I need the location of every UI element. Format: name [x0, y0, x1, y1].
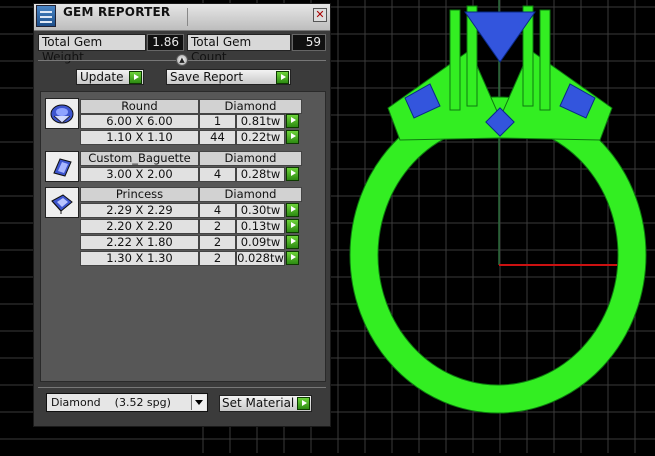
gem-shape-header: Princess	[80, 187, 199, 202]
save-report-button-label: Save Report	[170, 70, 244, 84]
gem-weight-cell: 0.22tw	[236, 130, 285, 145]
select-gems-arrow-icon[interactable]	[286, 203, 299, 217]
material-dropdown-value: Diamond (3.52 spg)	[51, 396, 171, 409]
total-gem-count-label: Total Gem Count	[187, 34, 291, 64]
gem-weight-cell: 0.81tw	[236, 114, 285, 129]
collapse-icon[interactable]: ▲	[176, 54, 188, 66]
gem-weight-cell: 0.028tw	[236, 251, 285, 266]
gem-count-cell: 2	[199, 235, 236, 250]
set-material-button-label: Set Material	[222, 396, 295, 410]
ring-prong	[449, 9, 461, 111]
material-dropdown[interactable]: Diamond (3.52 spg)	[46, 393, 208, 412]
total-gem-weight-value: 1.86	[147, 34, 184, 51]
select-gems-arrow-icon[interactable]	[286, 219, 299, 233]
panel-title: GEM REPORTER	[63, 5, 171, 19]
gem-weight-cell: 0.30tw	[236, 203, 285, 218]
gem-material-header: Diamond	[199, 99, 302, 114]
select-gems-arrow-icon[interactable]	[286, 114, 299, 128]
gem-count-cell: 2	[199, 219, 236, 234]
ring-band	[349, 96, 647, 414]
gem-weight-cell: 0.13tw	[236, 219, 285, 234]
baguette-gem-icon[interactable]	[45, 151, 79, 182]
gem-shape-header: Custom_Baguette	[80, 151, 199, 166]
select-gems-arrow-icon[interactable]	[286, 130, 299, 144]
play-arrow-icon	[276, 71, 289, 84]
gem-count-cell: 4	[199, 167, 236, 182]
select-gems-arrow-icon[interactable]	[286, 167, 299, 181]
round-gem-icon[interactable]	[45, 98, 79, 129]
gem-size-cell: 1.30 X 1.30	[80, 251, 199, 266]
play-arrow-icon	[297, 397, 310, 410]
select-gems-arrow-icon[interactable]	[286, 251, 299, 265]
gem-count-cell: 1	[199, 114, 236, 129]
select-gems-arrow-icon[interactable]	[286, 235, 299, 249]
gem-weight-cell: 0.28tw	[236, 167, 285, 182]
gem-size-cell: 1.10 X 1.10	[80, 130, 199, 145]
gem-reporter-panel: GEM REPORTER ✕ Total Gem Weight 1.86 Tot…	[33, 3, 331, 427]
save-report-button[interactable]: Save Report	[166, 69, 291, 85]
update-button[interactable]: Update	[76, 69, 144, 85]
princess-gem-icon[interactable]	[45, 187, 79, 218]
gem-size-cell: 2.29 X 2.29	[80, 203, 199, 218]
gem-count-cell: 4	[199, 203, 236, 218]
gem-size-cell: 3.00 X 2.00	[80, 167, 199, 182]
title-bar[interactable]: GEM REPORTER ✕	[34, 4, 330, 31]
gem-shape-header: Round	[80, 99, 199, 114]
gem-size-cell: 2.22 X 1.80	[80, 235, 199, 250]
update-button-label: Update	[80, 70, 124, 84]
total-gem-count-value: 59	[292, 34, 326, 51]
gem-list: Round Diamond 6.00 X 6.00 1 0.81tw 1.10 …	[40, 91, 326, 382]
gem-count-cell: 44	[199, 130, 236, 145]
gem-size-cell: 6.00 X 6.00	[80, 114, 199, 129]
gem-count-cell: 2	[199, 251, 236, 266]
ring-prong	[539, 9, 551, 111]
gem-reporter-app-icon	[36, 5, 56, 27]
bottom-divider	[38, 387, 326, 388]
gem-material-header: Diamond	[199, 151, 302, 166]
close-icon[interactable]: ✕	[313, 8, 327, 22]
title-divider	[187, 8, 188, 26]
gem-size-cell: 2.20 X 2.20	[80, 219, 199, 234]
play-arrow-icon	[129, 71, 142, 84]
total-gem-weight-label: Total Gem Weight	[38, 34, 146, 64]
chevron-down-icon[interactable]	[191, 395, 206, 410]
gem-weight-cell: 0.09tw	[236, 235, 285, 250]
gem-material-header: Diamond	[199, 187, 302, 202]
set-material-button[interactable]: Set Material	[219, 395, 312, 412]
